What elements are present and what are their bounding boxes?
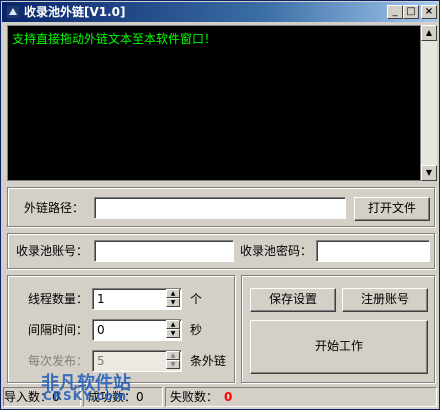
actions-group: 保存设置 注册账号 开始工作 <box>241 275 435 383</box>
batch-label: 每次发布： <box>28 354 89 368</box>
fail-count: 失败数： 0 <box>165 387 437 407</box>
interval-value: 0 <box>97 323 105 337</box>
path-group: 外链路径： 打开文件 <box>7 187 435 227</box>
interval-label: 间隔时间： <box>28 323 89 337</box>
thread-label: 线程数量： <box>28 292 89 306</box>
title-bar[interactable]: 收录池外链[V1.0] _ □ × <box>2 2 438 22</box>
maximize-button[interactable]: □ <box>403 5 419 19</box>
account-input[interactable] <box>94 240 234 262</box>
console-message: 支持直接拖动外链文本至本软件窗口！ <box>12 32 217 46</box>
start-work-button[interactable]: 开始工作 <box>250 320 428 374</box>
success-value: 0 <box>136 390 144 404</box>
scroll-up-icon[interactable]: ▲ <box>421 25 437 41</box>
console-scrollbar[interactable]: ▲ ▼ <box>421 25 437 181</box>
thread-unit: 个 <box>190 292 203 306</box>
thread-spinner[interactable]: ▲ ▼ <box>166 289 180 309</box>
spin-down-icon: ▼ <box>166 360 180 369</box>
interval-spinner[interactable]: ▲ ▼ <box>166 320 180 340</box>
scroll-down-icon[interactable]: ▼ <box>421 165 437 181</box>
batch-value: 5 <box>97 354 105 368</box>
minimize-button[interactable]: _ <box>387 5 403 19</box>
spin-down-icon[interactable]: ▼ <box>166 329 180 338</box>
window-title: 收录池外链[V1.0] <box>24 5 126 19</box>
watermark-subtext: CRSKY.com <box>43 389 128 403</box>
account-label: 收录池账号： <box>16 244 89 258</box>
batch-spinner: ▲ ▼ <box>166 351 180 371</box>
account-group: 收录池账号： 收录池密码： <box>7 233 435 269</box>
app-icon <box>7 6 19 18</box>
log-console[interactable]: 支持直接拖动外链文本至本软件窗口！ <box>7 25 421 181</box>
watermark-logo: 非凡软件站 CRSKY.com <box>41 369 131 403</box>
interval-unit: 秒 <box>190 323 203 337</box>
spin-up-icon[interactable]: ▲ <box>166 289 180 298</box>
path-label: 外链路径： <box>24 201 85 215</box>
thread-stepper[interactable]: 1 ▲ ▼ <box>92 288 182 310</box>
save-settings-button[interactable]: 保存设置 <box>250 288 336 312</box>
open-file-button[interactable]: 打开文件 <box>354 197 430 221</box>
main-window: 收录池外链[V1.0] _ □ × 支持直接拖动外链文本至本软件窗口！ ▲ ▼ … <box>0 0 440 410</box>
spin-up-icon: ▲ <box>166 351 180 360</box>
fail-label: 失败数： <box>170 390 219 404</box>
spin-down-icon[interactable]: ▼ <box>166 298 180 307</box>
close-button[interactable]: × <box>421 5 437 19</box>
interval-stepper[interactable]: 0 ▲ ▼ <box>92 319 182 341</box>
batch-unit: 条外链 <box>190 354 227 368</box>
spin-up-icon[interactable]: ▲ <box>166 320 180 329</box>
settings-group: 线程数量： 1 ▲ ▼ 个 间隔时间： 0 ▲ ▼ 秒 每次发布： 5 ▲ ▼ 条外链 <box>7 275 235 383</box>
password-label: 收录池密码： <box>240 244 313 258</box>
fail-value: 0 <box>224 390 233 404</box>
thread-value: 1 <box>97 292 105 306</box>
path-input[interactable] <box>94 197 346 219</box>
register-account-button[interactable]: 注册账号 <box>342 288 428 312</box>
password-input[interactable] <box>316 240 430 262</box>
